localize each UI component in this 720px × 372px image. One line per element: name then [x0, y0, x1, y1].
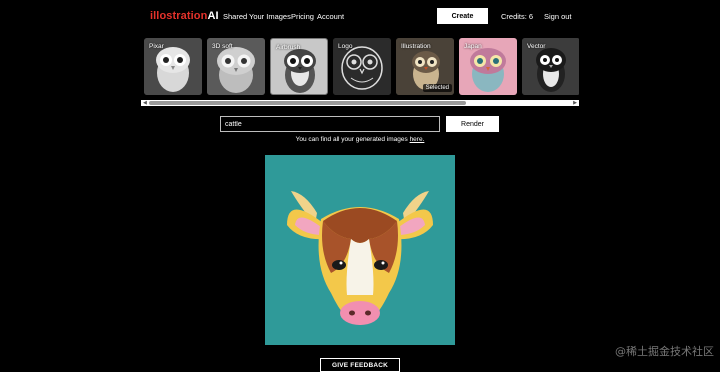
style-label: Logo: [338, 43, 353, 50]
watermark-text: @稀土掘金技术社区: [615, 345, 714, 358]
give-feedback-button[interactable]: GIVE FEEDBACK: [320, 358, 400, 372]
prompt-input[interactable]: [220, 116, 440, 132]
style-card-japan[interactable]: Japan: [459, 38, 517, 95]
carousel-scrollbar[interactable]: ◀ ▶: [141, 100, 579, 106]
create-button[interactable]: Create: [437, 8, 488, 24]
style-card-3d-soft[interactable]: 3D soft: [207, 38, 265, 95]
hint-text: You can find all your generated images h…: [0, 136, 720, 143]
style-card-airbrush[interactable]: Airbrush: [270, 38, 328, 95]
brand-logo[interactable]: illostrationAI: [150, 10, 219, 22]
images-link[interactable]: here.: [410, 136, 425, 143]
nav-your-images[interactable]: Your Images: [249, 12, 291, 21]
selected-badge: Selected: [422, 84, 452, 92]
credits-count: Credits: 6: [501, 12, 534, 21]
hint-label: You can find all your generated images: [295, 136, 410, 143]
nav-shared[interactable]: Shared: [223, 12, 247, 21]
style-carousel: Pixar 3D soft Airbrush Logo Illustration…: [142, 37, 579, 99]
brand-suffix: AI: [207, 10, 219, 22]
style-card-illustration[interactable]: Illustration Selected: [396, 38, 454, 95]
nav-account[interactable]: Account: [317, 12, 344, 21]
style-card-logo[interactable]: Logo: [333, 38, 391, 95]
style-label: Illustration: [401, 43, 431, 50]
style-label: Airbrush: [276, 44, 301, 51]
nav-pricing[interactable]: Pricing: [291, 12, 314, 21]
cattle-illustration-image: [265, 155, 455, 345]
brand-prefix: illostration: [150, 10, 208, 22]
render-button[interactable]: Render: [446, 116, 499, 132]
scroll-left-icon[interactable]: ◀: [143, 100, 147, 106]
scroll-right-icon[interactable]: ▶: [573, 100, 577, 106]
style-label: 3D soft: [212, 43, 233, 50]
style-label: Vector: [527, 43, 546, 50]
signout-link[interactable]: Sign out: [544, 12, 572, 21]
scroll-thumb[interactable]: [149, 101, 466, 105]
style-label: Pixar: [149, 43, 164, 50]
style-card-vector[interactable]: Vector: [522, 38, 579, 95]
style-label: Japan: [464, 43, 482, 50]
top-bar: illostrationAI Shared Your Images Pricin…: [0, 0, 720, 34]
style-card-pixar[interactable]: Pixar: [144, 38, 202, 95]
